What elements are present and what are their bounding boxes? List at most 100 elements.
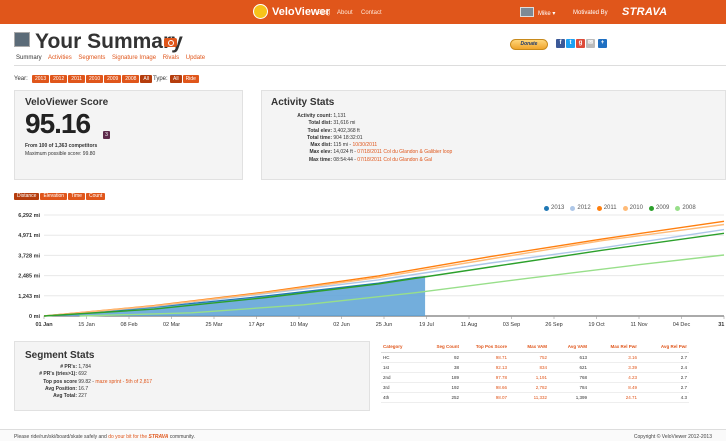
type-all-button[interactable]: All [170, 75, 182, 83]
year-2008-button[interactable]: 2008 [122, 75, 140, 83]
table-cell: 189 [421, 372, 461, 383]
score-rank-badge[interactable]: 3 [103, 131, 110, 139]
strava-logo[interactable]: STRAVA [622, 6, 667, 18]
google-plus-icon[interactable]: g [576, 39, 585, 48]
year-2012-button[interactable]: 2012 [50, 75, 68, 83]
table-cell: 252 [421, 392, 461, 403]
year-2013-button[interactable]: 2013 [32, 75, 50, 83]
camera-icon[interactable] [164, 38, 177, 47]
tab-distance[interactable]: Distance [14, 193, 40, 200]
footer-message: Please ride/run/ski/board/skate safely a… [14, 434, 195, 440]
nav-blog[interactable]: Blog [318, 10, 330, 16]
table-cell: 92.13 [461, 362, 509, 373]
activity-stat-row: Activity count: 1,131 [268, 113, 452, 120]
y-tick-label: 4,971 mi [18, 233, 40, 239]
plus-icon[interactable]: + [598, 39, 607, 48]
table-row: HC 92 98.71 752 613 3.16 2.7 [381, 352, 689, 363]
column-header[interactable]: Category [381, 341, 421, 353]
x-tick-label: 03 Sep [503, 322, 520, 328]
activity-stat-link[interactable]: 07/18/2011 Col du Glandon & Galibier loo… [357, 149, 452, 155]
segment-stat-value: 16.7 [78, 385, 89, 392]
x-tick-label: 26 Sep [545, 322, 562, 328]
category-table: Category Seg Count Top Pos Score Max VAM Avg… [381, 341, 689, 403]
user-avatar[interactable] [520, 7, 534, 17]
x-tick-label: 11 Nov [630, 322, 647, 328]
column-header[interactable]: Seg Count [421, 341, 461, 353]
donate-button[interactable]: Donate [510, 39, 548, 50]
nav-contact[interactable]: Contact [361, 10, 382, 16]
segment-stats-title: Segment Stats [25, 350, 95, 361]
activity-stat-link[interactable]: 10/30/2011 [352, 142, 377, 148]
table-cell: HC [381, 352, 421, 363]
activity-stat-link[interactable]: 07/18/2011 Col du Glandon & Gal [357, 157, 432, 163]
column-header[interactable]: Avg VAM [549, 341, 589, 353]
tab-signature-image[interactable]: Signature Image [112, 55, 156, 61]
tab-elevation[interactable]: Elevation [40, 193, 68, 200]
table-cell: 98.71 [461, 352, 509, 363]
tab-update[interactable]: Update [186, 55, 205, 61]
activity-stat-label: Max elev: [309, 149, 332, 156]
table-row: 1st 38 92.13 834 621 3.39 2.4 [381, 362, 689, 373]
column-header[interactable]: Max Rel Pwr [589, 341, 639, 353]
footer: Please ride/run/ski/board/skate safely a… [0, 429, 726, 441]
y-tick-label: 0 mi [29, 314, 40, 320]
activity-stat-row: Total elev: 3,402,368 ft [268, 128, 452, 135]
table-row: 3rd 192 98.66 2,782 784 8.49 2.7 [381, 382, 689, 393]
table-cell: 752 [509, 352, 549, 363]
page-title: Your Summary [35, 30, 183, 53]
facebook-icon[interactable]: f [556, 39, 565, 48]
y-tick-label: 2,485 mi [18, 274, 40, 280]
x-tick-label: 15 Jan [78, 322, 95, 328]
activity-stat-row: Total time: 904 18:32:01 [268, 135, 452, 142]
table-row: 4th 252 98.07 11,332 1,399 24.71 4.3 [381, 392, 689, 403]
veloviewer-logo-icon[interactable] [253, 4, 268, 19]
top-bar: VeloViewer Blog About Contact Mike ▾ Mot… [0, 0, 726, 24]
activity-stat-label: Activity count: [297, 113, 332, 119]
profile-photo-icon [14, 32, 30, 47]
type-ride-button[interactable]: Ride [182, 75, 199, 83]
segment-stat-link[interactable]: maze sprint - 5th of 2,817 [95, 379, 152, 385]
type-filter: All Ride [170, 75, 199, 83]
tab-segments[interactable]: Segments [78, 55, 105, 61]
x-tick-label: 11 Aug [461, 322, 478, 328]
tab-summary[interactable]: Summary [16, 55, 42, 61]
user-menu[interactable]: Mike ▾ [538, 10, 555, 17]
segment-stat-label: Top pos score [43, 378, 77, 385]
column-header[interactable]: Max VAM [509, 341, 549, 353]
table-cell: 4.3 [639, 392, 689, 403]
year-2009-button[interactable]: 2009 [104, 75, 122, 83]
tab-count[interactable]: Count [85, 193, 106, 200]
nav-about[interactable]: About [337, 10, 353, 16]
column-header[interactable]: Top Pos Score [461, 341, 509, 353]
activity-stat-label: Max dist: [310, 142, 332, 149]
footer-link[interactable]: do your bit for the [108, 434, 147, 440]
score-competitors: From 100 of 1,363 competitors [25, 143, 98, 149]
year-all-button[interactable]: All [140, 75, 152, 83]
email-icon[interactable]: ✉ [586, 39, 595, 48]
segment-stat-row: # PR's: 1,784 [21, 364, 152, 371]
copyright: Copyright © VeloViewer 2012-2013 [633, 434, 712, 440]
footer-strava-logo[interactable]: STRAVA [149, 434, 169, 440]
divider [14, 65, 726, 66]
year-2011-button[interactable]: 2011 [68, 75, 86, 83]
twitter-icon[interactable]: t [566, 39, 575, 48]
tab-activities[interactable]: Activities [48, 55, 72, 61]
activity-stat-value: 115 mi - [333, 142, 353, 149]
tab-rivals[interactable]: Rivals [163, 55, 179, 61]
column-header[interactable]: Avg Rel Pwr [639, 341, 689, 353]
segment-stat-value: 227 [78, 393, 87, 400]
table-cell: 24.71 [589, 392, 639, 403]
table-cell: 11,332 [509, 392, 549, 403]
year-2010-button[interactable]: 2010 [86, 75, 104, 83]
activity-stat-value: 14,024 ft - [333, 149, 358, 156]
table-cell: 98.07 [461, 392, 509, 403]
activity-stat-row: Max time: 08:54:44 - 07/18/2011 Col du G… [268, 157, 452, 164]
footer-text: Please ride/run/ski/board/skate safely a… [14, 434, 109, 440]
tab-time[interactable]: Time [68, 193, 85, 200]
activity-stat-value: 3,402,368 ft [333, 127, 360, 134]
year-filter-label: Year: [14, 76, 28, 82]
x-tick-label: 08 Feb [120, 322, 137, 328]
x-tick-label: 02 Jun [333, 322, 350, 328]
table-cell: 92 [421, 352, 461, 363]
motivated-by-label: Motivated By [573, 10, 608, 16]
